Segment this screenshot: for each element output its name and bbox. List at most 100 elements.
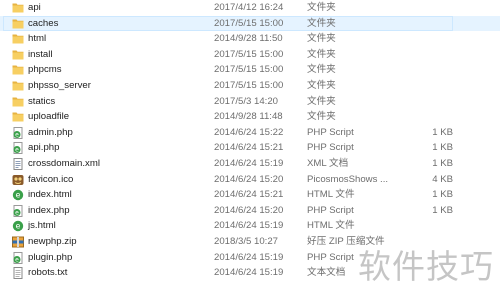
file-row[interactable]: phpcms 2017/5/15 15:00 文件夹: [0, 62, 500, 78]
file-date: 2017/5/3 14:20: [214, 95, 279, 107]
file-row[interactable]: e api.php 2014/6/24 15:21 PHP Script 1 KB: [0, 140, 500, 156]
file-name: uploadfile: [28, 111, 70, 123]
file-type: 文件夹: [307, 48, 336, 60]
file-size: 1 KB: [432, 204, 453, 216]
file-size: 1 KB: [432, 157, 453, 169]
file-type: 文件夹: [307, 95, 336, 107]
file-date: 2017/5/15 15:00: [214, 17, 284, 29]
file-name: robots.txt: [28, 267, 68, 279]
svg-text:e: e: [16, 222, 21, 231]
file-row[interactable]: crossdomain.xml 2014/6/24 15:19 XML 文档 1 KB: [0, 156, 500, 172]
file-name: index.html: [28, 189, 72, 201]
folder-icon: [12, 96, 24, 107]
svg-text:e: e: [15, 147, 19, 154]
file-row[interactable]: e index.html 2014/6/24 15:21 HTML 文件 1 KB: [0, 187, 500, 203]
folder-icon: [12, 80, 24, 91]
php-script-icon: e: [12, 251, 24, 264]
file-name: plugin.php: [28, 251, 73, 263]
file-date: 2014/6/24 15:19: [214, 251, 284, 263]
file-name: api.php: [28, 142, 60, 154]
file-name: phpcms: [28, 64, 62, 76]
file-size: 4 KB: [432, 173, 453, 185]
file-type: PHP Script: [307, 142, 354, 154]
folder-icon: [12, 111, 24, 122]
file-type: PHP Script: [307, 126, 354, 138]
html-file-icon: e: [12, 220, 24, 232]
file-date: 2014/6/24 15:21: [214, 189, 284, 201]
file-name: newphp.zip: [28, 235, 77, 247]
file-type: PHP Script: [307, 204, 354, 216]
zip-archive-icon: [12, 236, 24, 248]
file-name: html: [28, 33, 47, 45]
ico-image-icon: [12, 174, 24, 185]
svg-text:e: e: [16, 191, 21, 200]
file-row[interactable]: e index.php 2014/6/24 15:20 PHP Script 1 KB: [0, 203, 500, 219]
file-type: 文件夹: [307, 111, 336, 123]
svg-text:e: e: [15, 256, 19, 263]
php-script-icon: e: [12, 142, 24, 155]
file-date: 2017/5/15 15:00: [214, 79, 284, 91]
file-date: 2017/5/15 15:00: [214, 48, 284, 60]
watermark: 软件技巧: [358, 247, 494, 286]
file-row[interactable]: phpsso_server 2017/5/15 15:00 文件夹: [0, 78, 500, 94]
file-size: 1 KB: [432, 142, 453, 154]
file-row[interactable]: caches 2017/5/15 15:00 文件夹: [0, 15, 500, 32]
php-script-icon: e: [12, 126, 24, 139]
file-row[interactable]: favicon.ico 2014/6/24 15:20 PicosmosShows …: [0, 172, 500, 188]
folder-icon: [12, 18, 24, 29]
file-row[interactable]: e admin.php 2014/6/24 15:22 PHP Script 1 KB: [0, 125, 500, 141]
html-file-icon: e: [12, 189, 24, 201]
file-type: 文件夹: [307, 17, 336, 29]
folder-icon: [12, 64, 24, 75]
file-list: api 2017/4/12 16:24 文件夹 caches 2017/5/15 15:…: [0, 0, 500, 281]
file-type: PicosmosShows ...: [307, 173, 389, 185]
file-date: 2014/6/24 15:19: [214, 267, 284, 279]
file-row[interactable]: uploadfile 2014/9/28 11:48 文件夹: [0, 109, 500, 125]
file-type: HTML 文件: [307, 189, 355, 201]
file-date: 2017/5/15 15:00: [214, 64, 284, 76]
php-script-icon: e: [12, 204, 24, 217]
file-row[interactable]: statics 2017/5/3 14:20 文件夹: [0, 94, 500, 110]
file-row[interactable]: api 2017/4/12 16:24 文件夹: [0, 0, 500, 16]
file-type: 文件夹: [307, 33, 336, 45]
file-row[interactable]: e js.html 2014/6/24 15:19 HTML 文件: [0, 218, 500, 234]
file-date: 2017/4/12 16:24: [214, 2, 284, 13]
file-row[interactable]: install 2017/5/15 15:00 文件夹: [0, 47, 500, 63]
file-name: api: [28, 2, 41, 13]
file-date: 2018/3/5 10:27: [214, 235, 279, 247]
file-name: install: [28, 48, 53, 60]
file-date: 2014/6/24 15:20: [214, 173, 284, 185]
file-name: admin.php: [28, 126, 73, 138]
file-type: 文件夹: [307, 64, 336, 76]
file-type: 文件夹: [307, 79, 336, 91]
file-name: statics: [28, 95, 56, 107]
file-name: index.php: [28, 204, 70, 216]
svg-text:e: e: [15, 131, 19, 138]
folder-icon: [12, 2, 24, 13]
file-name: crossdomain.xml: [28, 157, 100, 169]
file-size: 1 KB: [432, 189, 453, 201]
file-date: 2014/6/24 15:19: [214, 220, 284, 232]
file-date: 2014/9/28 11:50: [214, 33, 283, 45]
svg-text:e: e: [15, 209, 19, 216]
file-type: 文本文档: [307, 267, 346, 279]
xml-document-icon: [12, 157, 24, 170]
file-name: js.html: [28, 220, 56, 232]
folder-icon: [12, 33, 24, 44]
text-file-icon: [12, 267, 24, 280]
file-date: 2014/9/28 11:48: [214, 111, 283, 123]
file-date: 2014/6/24 15:19: [214, 157, 284, 169]
file-row[interactable]: html 2014/9/28 11:50 文件夹: [0, 31, 500, 47]
file-type: XML 文档: [307, 157, 349, 169]
file-name: caches: [28, 17, 59, 29]
file-type: 文件夹: [307, 2, 336, 13]
file-size: 1 KB: [432, 126, 453, 138]
file-date: 2014/6/24 15:20: [214, 204, 284, 216]
file-date: 2014/6/24 15:21: [214, 142, 284, 154]
file-date: 2014/6/24 15:22: [214, 126, 284, 138]
file-type: PHP Script: [307, 251, 354, 263]
file-name: favicon.ico: [28, 173, 74, 185]
file-name: phpsso_server: [28, 79, 91, 91]
file-type: HTML 文件: [307, 220, 355, 232]
folder-icon: [12, 49, 24, 60]
